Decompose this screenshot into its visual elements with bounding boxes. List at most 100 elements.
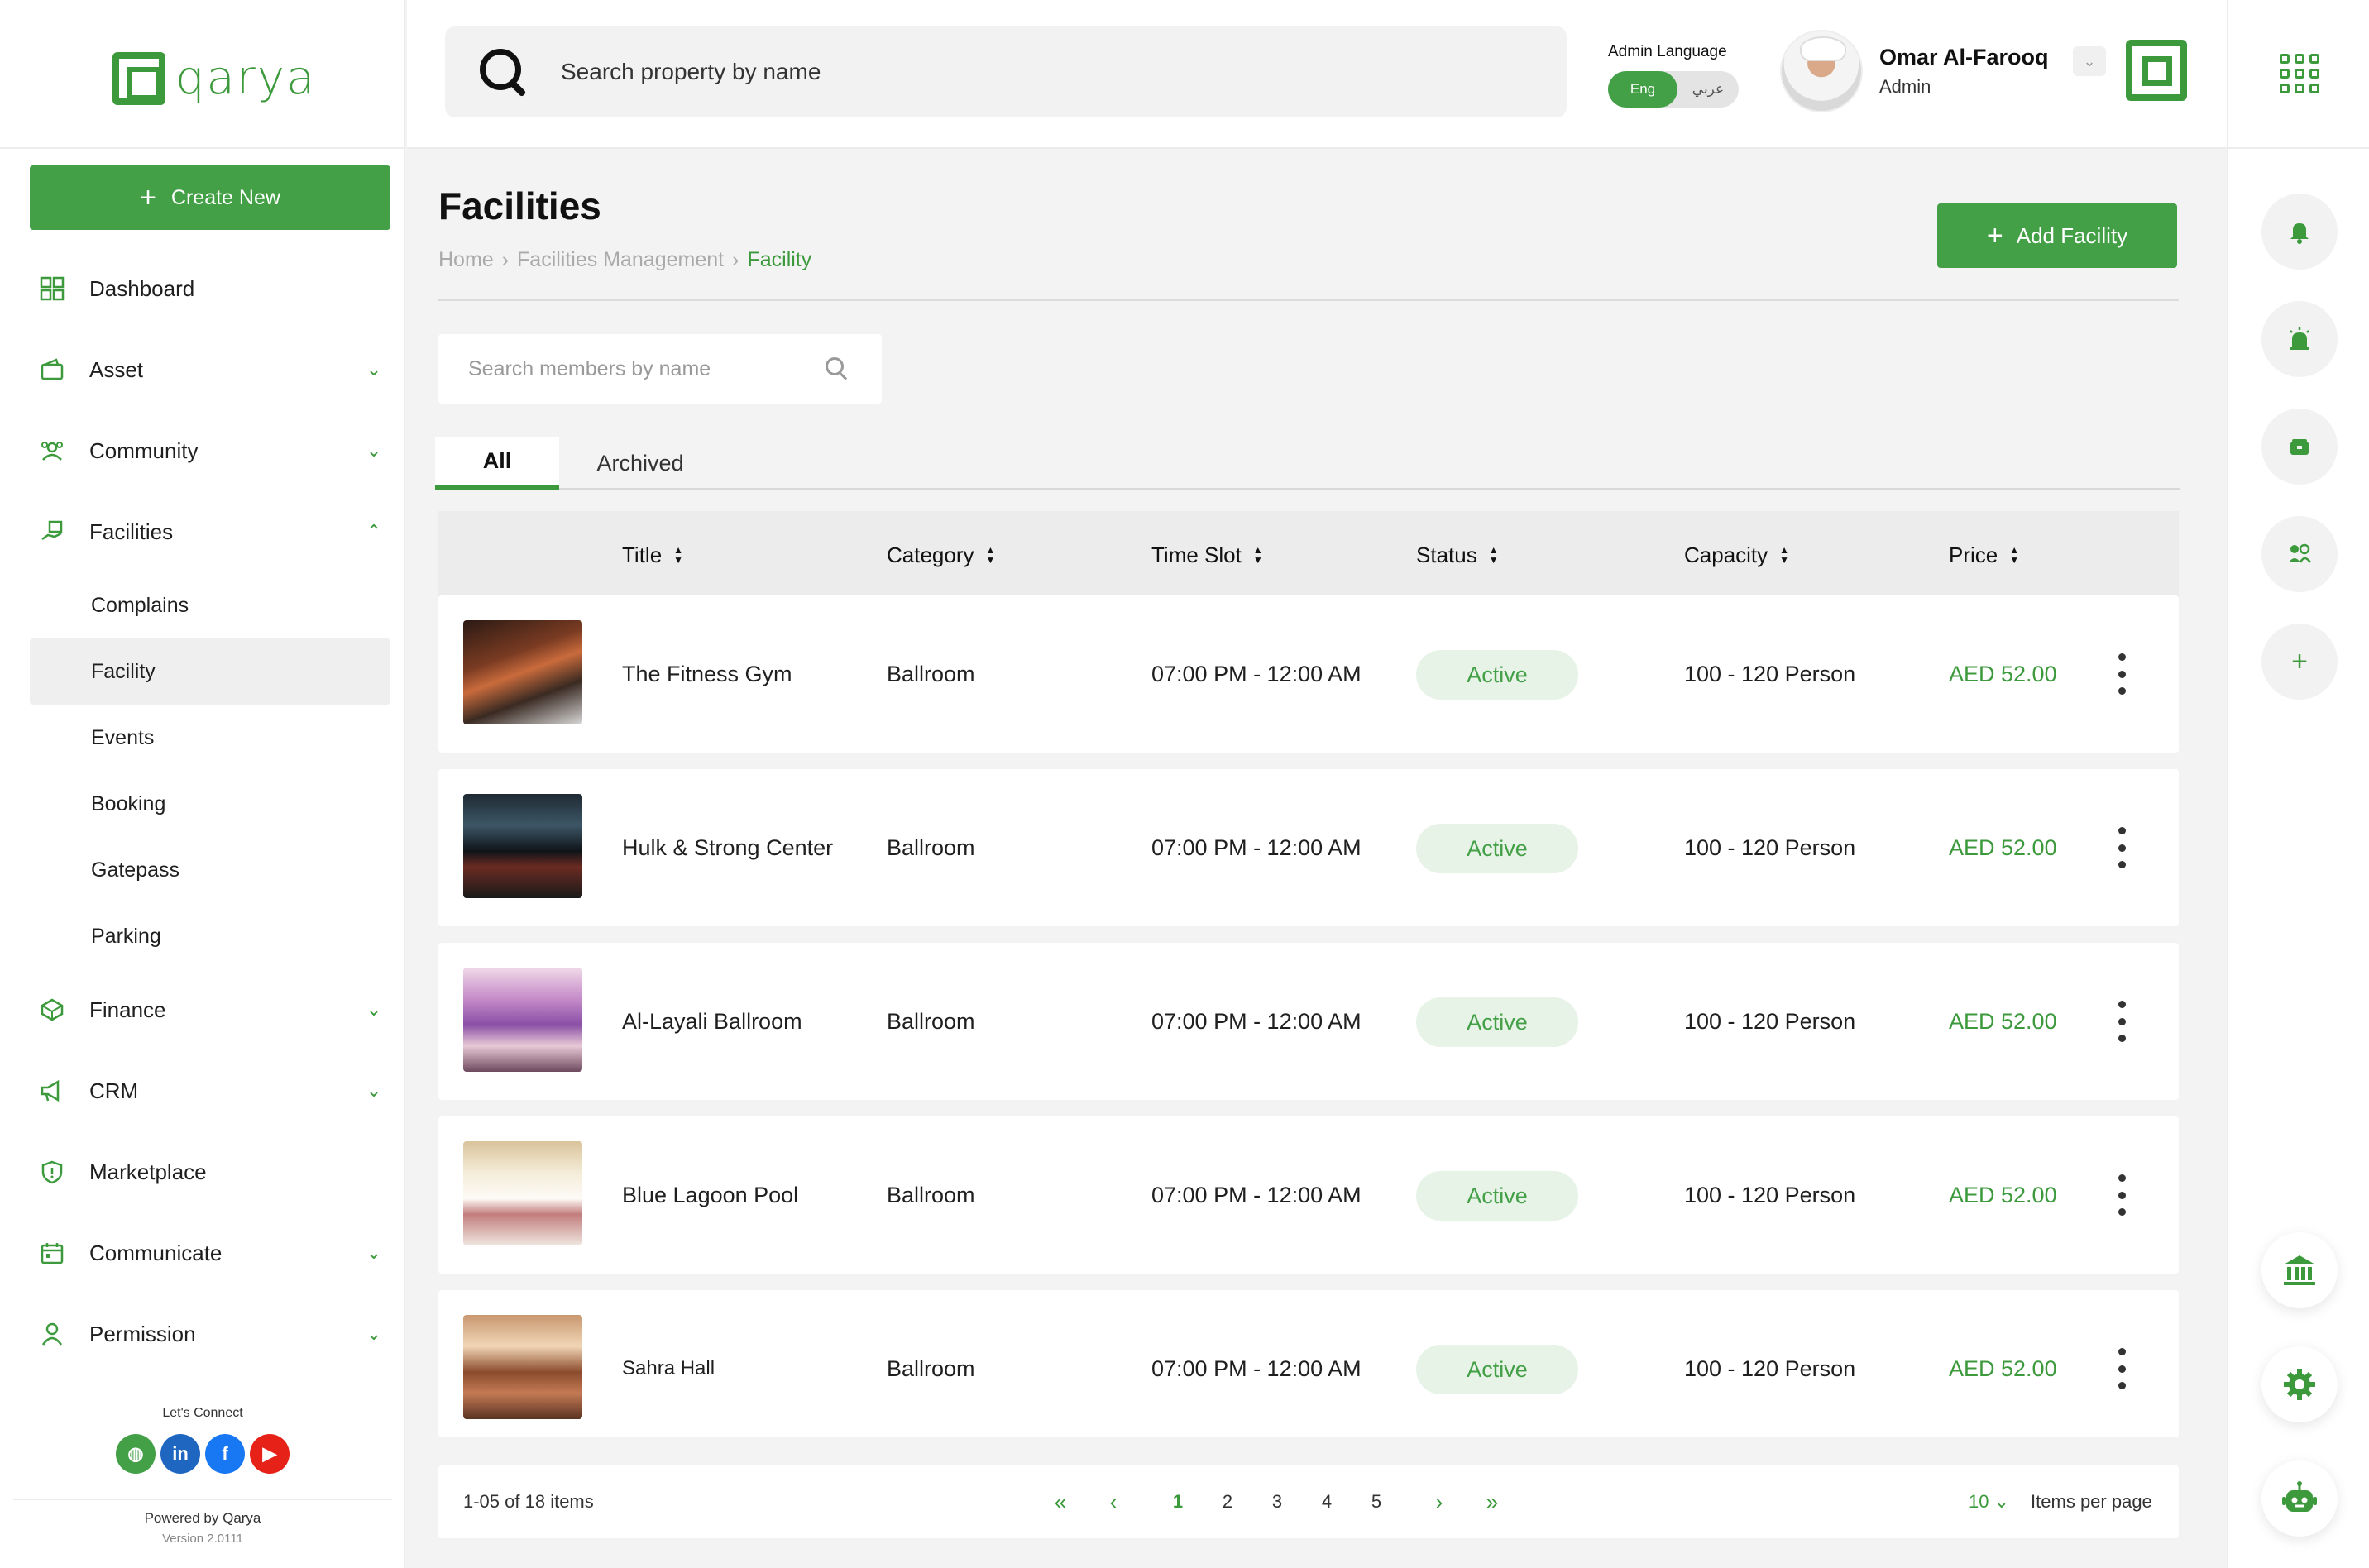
sidebar-subitem-booking[interactable]: Booking bbox=[30, 771, 390, 837]
page-button-4[interactable]: 4 bbox=[1310, 1465, 1343, 1538]
language-toggle[interactable]: Eng عربي bbox=[1608, 71, 1739, 108]
per-page-label: Items per page bbox=[2031, 1491, 2152, 1512]
breadcrumb-facilities-management[interactable]: Facilities Management bbox=[517, 248, 724, 272]
page-button-3[interactable]: 3 bbox=[1261, 1465, 1294, 1538]
last-page-button[interactable]: » bbox=[1476, 1465, 1509, 1538]
more-options-icon[interactable] bbox=[2109, 653, 2134, 695]
sidebar-subitem-complains[interactable]: Complains bbox=[30, 572, 390, 638]
qarya-logo[interactable]: qarya bbox=[112, 51, 316, 105]
bell-icon bbox=[2290, 223, 2309, 244]
sidebar-subitem-facility[interactable]: Facility bbox=[30, 638, 390, 705]
notification-bell-button[interactable] bbox=[2261, 194, 2338, 270]
table-row[interactable]: The Fitness Gym Ballroom 07:00 PM - 12:0… bbox=[438, 595, 2179, 753]
cell-title: Hulk & Strong Center bbox=[622, 834, 834, 860]
column-label: Time Slot bbox=[1151, 542, 1242, 567]
column-label: Title bbox=[622, 542, 663, 567]
cell-time-slot: 07:00 PM - 12:00 AM bbox=[1151, 1008, 1362, 1034]
sort-icon: ▲ ▼ bbox=[1488, 544, 1499, 566]
cell-price: AED 52.00 bbox=[1949, 1182, 2057, 1207]
more-options-icon[interactable] bbox=[2109, 1001, 2134, 1042]
sidebar-item-community[interactable]: Community ⌄ bbox=[30, 410, 390, 491]
robot-icon bbox=[2282, 1481, 2317, 1512]
sidebar-item-dashboard[interactable]: Dashboard bbox=[30, 248, 390, 329]
tab-all[interactable]: All bbox=[435, 437, 559, 490]
sidebar-item-asset[interactable]: Asset ⌄ bbox=[30, 329, 390, 410]
wallet-button[interactable] bbox=[2261, 409, 2338, 485]
globe-icon[interactable]: ◍ bbox=[116, 1434, 156, 1474]
sidebar-item-marketplace[interactable]: Marketplace bbox=[30, 1131, 390, 1212]
sidebar: qarya + Create New Dashboard Asset ⌄ Com… bbox=[0, 0, 405, 1568]
property-search[interactable] bbox=[445, 26, 1567, 117]
column-header-category[interactable]: Category ▲ ▼ bbox=[887, 511, 995, 599]
sort-icon: ▲ ▼ bbox=[673, 544, 684, 566]
breadcrumb-home[interactable]: Home bbox=[438, 248, 494, 272]
alarm-button[interactable] bbox=[2261, 301, 2338, 377]
more-options-icon[interactable] bbox=[2109, 827, 2134, 868]
sidebar-item-crm[interactable]: CRM ⌄ bbox=[30, 1050, 390, 1131]
column-header-status[interactable]: Status ▲ ▼ bbox=[1416, 511, 1499, 599]
page-button-2[interactable]: 2 bbox=[1211, 1465, 1244, 1538]
sidebar-item-permission[interactable]: Permission ⌄ bbox=[30, 1293, 390, 1374]
pagination-bar: 1-05 of 18 items « ‹ 1 2 3 4 5 › » 10 ⌄ … bbox=[438, 1465, 2179, 1538]
per-page-select[interactable]: 10 ⌄ bbox=[1969, 1491, 2009, 1513]
member-search-input[interactable] bbox=[468, 356, 816, 381]
status-badge: Active bbox=[1416, 1171, 1578, 1221]
sidebar-subitem-events[interactable]: Events bbox=[30, 705, 390, 771]
youtube-icon[interactable]: ▶ bbox=[250, 1434, 290, 1474]
more-options-icon[interactable] bbox=[2109, 1174, 2134, 1216]
user-menu-chevron-icon[interactable]: ⌄ bbox=[2073, 46, 2106, 76]
table-row[interactable]: Sahra Hall Ballroom 07:00 PM - 12:00 AM … bbox=[438, 1290, 2179, 1437]
bank-button[interactable] bbox=[2261, 1232, 2338, 1308]
column-header-capacity[interactable]: Capacity ▲ ▼ bbox=[1684, 511, 1789, 599]
avatar[interactable] bbox=[1780, 30, 1863, 112]
chatbot-button[interactable] bbox=[2261, 1460, 2338, 1537]
settings-button[interactable] bbox=[2261, 1346, 2338, 1422]
sidebar-subitem-gatepass[interactable]: Gatepass bbox=[30, 837, 390, 903]
cell-title: Blue Lagoon Pool bbox=[622, 1182, 799, 1207]
lang-option-eng[interactable]: Eng bbox=[1608, 71, 1677, 108]
property-search-input[interactable] bbox=[561, 59, 1471, 85]
admin-language-label: Admin Language bbox=[1608, 43, 1727, 60]
brand-logo-icon[interactable] bbox=[2126, 40, 2187, 101]
first-page-button[interactable]: « bbox=[1044, 1465, 1077, 1538]
table-row[interactable]: Al-Layali Ballroom Ballroom 07:00 PM - 1… bbox=[438, 943, 2179, 1100]
sort-icon: ▲ ▼ bbox=[1779, 544, 1790, 566]
previous-page-button[interactable]: ‹ bbox=[1097, 1465, 1130, 1538]
sidebar-item-communicate[interactable]: Communicate ⌄ bbox=[30, 1212, 390, 1293]
table-row[interactable]: Blue Lagoon Pool Ballroom 07:00 PM - 12:… bbox=[438, 1116, 2179, 1274]
user-name: Omar Al-Farooq bbox=[1879, 45, 2049, 69]
facebook-icon[interactable]: f bbox=[205, 1434, 245, 1474]
column-header-price[interactable]: Price ▲ ▼ bbox=[1949, 511, 2019, 599]
lang-option-arabic[interactable]: عربي bbox=[1677, 71, 1739, 108]
member-search[interactable] bbox=[438, 334, 882, 404]
top-header: Admin Language Eng عربي Omar Al-Farooq A… bbox=[407, 0, 2227, 149]
sort-icon: ▲ ▼ bbox=[985, 544, 996, 566]
table-row[interactable]: Hulk & Strong Center Ballroom 07:00 PM -… bbox=[438, 769, 2179, 926]
cell-title: Sahra Hall bbox=[622, 1357, 715, 1379]
linkedin-icon[interactable]: in bbox=[160, 1434, 200, 1474]
add-shortcut-button[interactable]: + bbox=[2261, 624, 2338, 700]
add-facility-button[interactable]: + Add Facility bbox=[1937, 203, 2177, 268]
more-options-icon[interactable] bbox=[2109, 1348, 2134, 1389]
cell-category: Ballroom bbox=[887, 1008, 975, 1034]
status-badge: Active bbox=[1416, 1345, 1578, 1394]
right-rail: + bbox=[2227, 0, 2369, 1568]
people-map-button[interactable] bbox=[2261, 516, 2338, 592]
hand-building-icon bbox=[38, 518, 66, 546]
column-header-title[interactable]: Title ▲ ▼ bbox=[622, 511, 683, 599]
page-button-1[interactable]: 1 bbox=[1161, 1465, 1194, 1538]
tab-archived[interactable]: Archived bbox=[559, 437, 721, 490]
cell-capacity: 100 - 120 Person bbox=[1684, 1008, 1856, 1034]
sidebar-item-finance[interactable]: Finance ⌄ bbox=[30, 969, 390, 1050]
column-header-time-slot[interactable]: Time Slot ▲ ▼ bbox=[1151, 511, 1263, 599]
sidebar-subitem-parking[interactable]: Parking bbox=[30, 903, 390, 969]
next-page-button[interactable]: › bbox=[1423, 1465, 1456, 1538]
sidebar-item-label: Finance bbox=[89, 997, 166, 1022]
apps-launcher[interactable] bbox=[2228, 0, 2369, 149]
search-icon bbox=[478, 47, 528, 97]
sidebar-item-facilities[interactable]: Facilities ⌃ bbox=[30, 491, 390, 572]
page-button-5[interactable]: 5 bbox=[1360, 1465, 1393, 1538]
search-icon bbox=[826, 357, 849, 380]
chevron-up-icon: ⌃ bbox=[366, 521, 382, 542]
create-new-button[interactable]: + Create New bbox=[30, 165, 390, 230]
